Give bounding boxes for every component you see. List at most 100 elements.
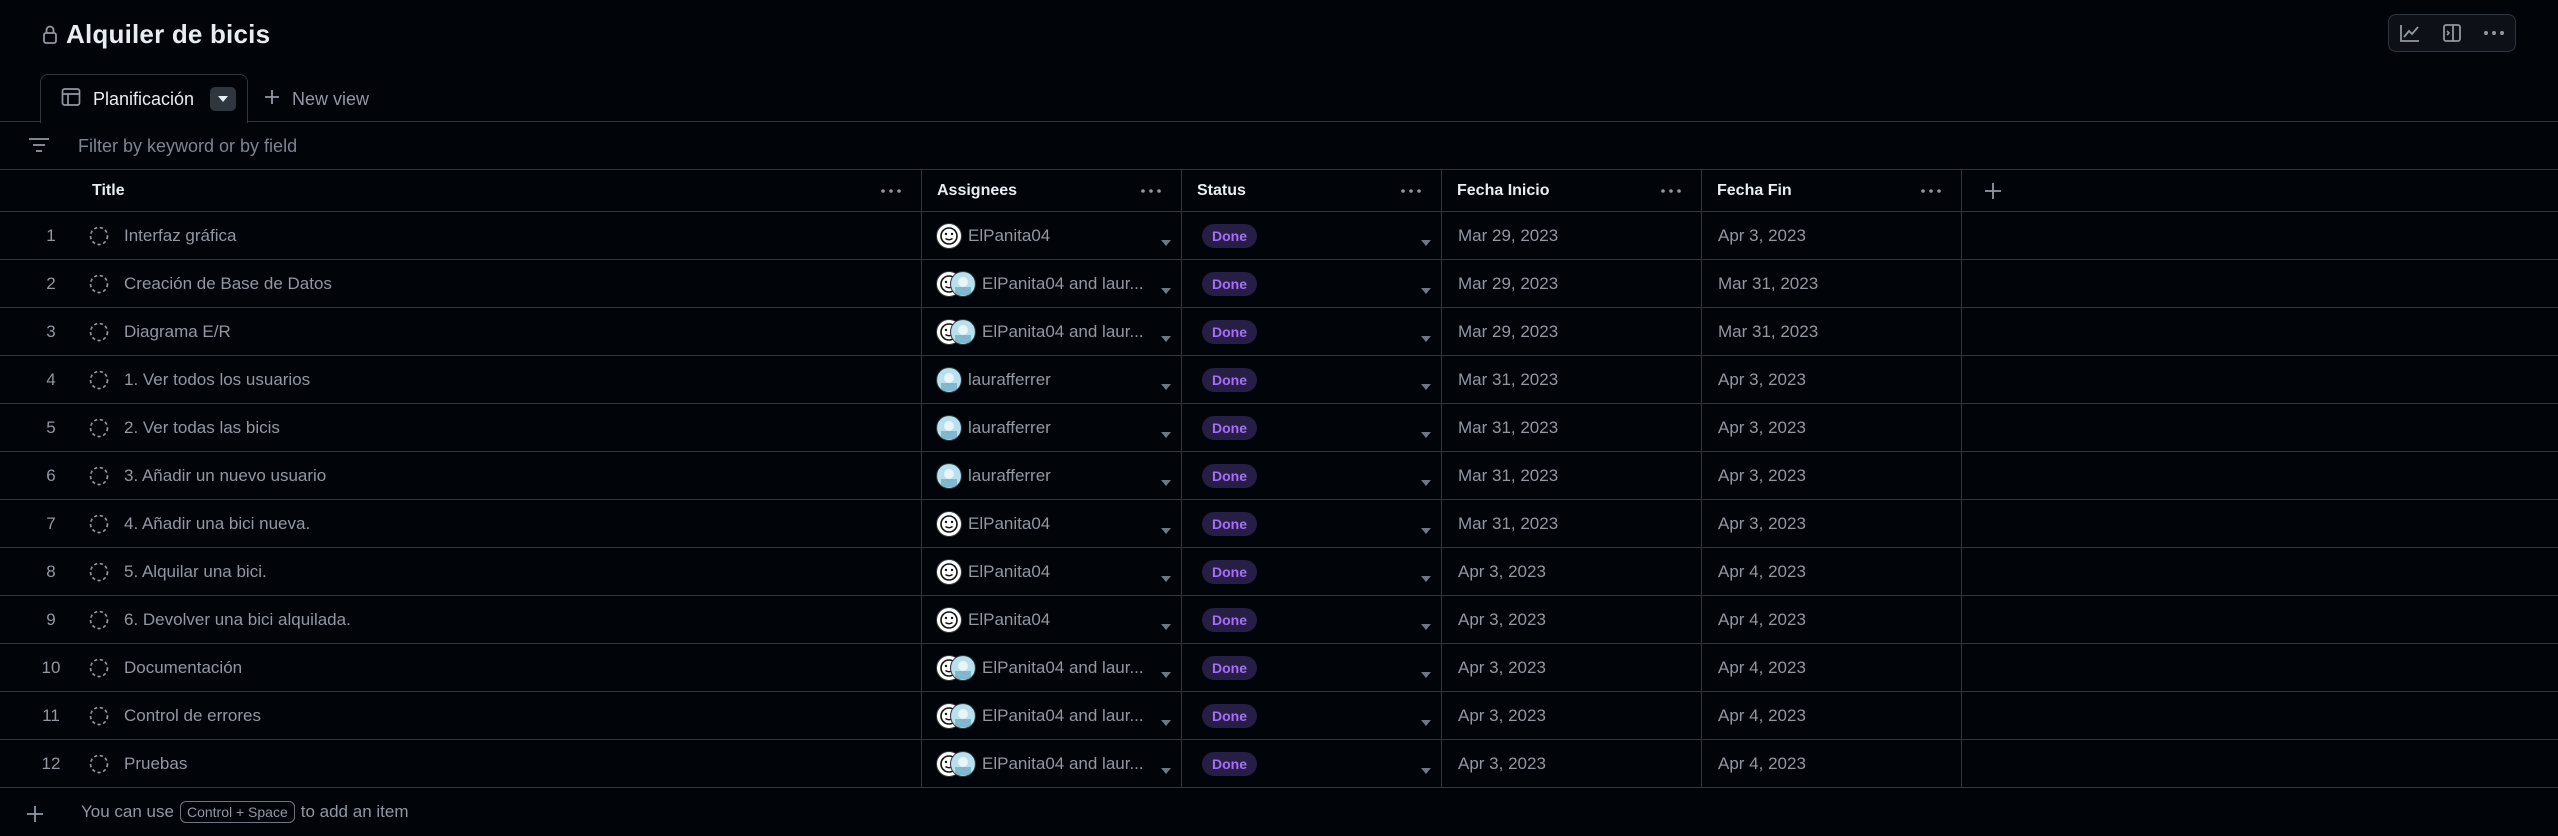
end-date-cell[interactable]: Apr 4, 2023 [1702,596,1962,643]
item-title[interactable]: 1. Ver todos los usuarios [124,370,310,390]
side-panel-icon[interactable] [2431,15,2473,51]
title-cell[interactable]: Diagrama E/R [72,308,922,355]
item-title[interactable]: 3. Añadir un nuevo usuario [124,466,326,486]
chevron-down-icon[interactable] [1161,519,1171,534]
end-date-cell[interactable]: Apr 4, 2023 [1702,740,1962,787]
end-date-cell[interactable]: Apr 3, 2023 [1702,356,1962,403]
chevron-down-icon[interactable] [1161,759,1171,774]
table-row[interactable]: 3 Diagrama E/R ElPanita04 and laur... Do… [0,308,2558,356]
filter-input[interactable] [78,131,878,161]
table-row[interactable]: 10 Documentación ElPanita04 and laur... … [0,644,2558,692]
end-date-cell[interactable]: Apr 3, 2023 [1702,452,1962,499]
chevron-down-icon[interactable] [1421,279,1431,294]
table-row[interactable]: 5 2. Ver todas las bicis laurafferrer Do… [0,404,2558,452]
chevron-down-icon[interactable] [1161,471,1171,486]
assignees-cell[interactable]: ElPanita04 and laur... [922,644,1182,691]
more-icon[interactable] [2473,15,2515,51]
chevron-down-icon[interactable] [1161,663,1171,678]
status-cell[interactable]: Done [1182,740,1442,787]
table-row[interactable]: 11 Control de errores ElPanita04 and lau… [0,692,2558,740]
table-row[interactable]: 2 Creación de Base de Datos ElPanita04 a… [0,260,2558,308]
chevron-down-icon[interactable] [1161,231,1171,246]
item-title[interactable]: Interfaz gráfica [124,226,236,246]
status-cell[interactable]: Done [1182,212,1442,259]
page-title[interactable]: Alquiler de bicis [66,19,270,50]
column-menu-icon[interactable] [1397,178,1425,204]
end-date-cell[interactable]: Apr 4, 2023 [1702,548,1962,595]
chevron-down-icon[interactable] [1421,567,1431,582]
status-cell[interactable]: Done [1182,308,1442,355]
start-date-cell[interactable]: Mar 29, 2023 [1442,308,1702,355]
status-cell[interactable]: Done [1182,356,1442,403]
title-cell[interactable]: Creación de Base de Datos [72,260,922,307]
end-date-cell[interactable]: Mar 31, 2023 [1702,260,1962,307]
end-date-cell[interactable]: Apr 3, 2023 [1702,404,1962,451]
column-header-fecha-inicio[interactable]: Fecha Inicio [1442,170,1702,212]
chevron-down-icon[interactable] [1161,615,1171,630]
column-header-fecha-fin[interactable]: Fecha Fin [1702,170,1962,212]
title-cell[interactable]: Pruebas [72,740,922,787]
item-title[interactable]: 5. Alquilar una bici. [124,562,267,582]
chevron-down-icon[interactable] [1161,279,1171,294]
assignees-cell[interactable]: ElPanita04 and laur... [922,308,1182,355]
start-date-cell[interactable]: Apr 3, 2023 [1442,692,1702,739]
table-row[interactable]: 4 1. Ver todos los usuarios laurafferrer… [0,356,2558,404]
add-column-plus-icon[interactable] [1978,178,2008,204]
column-menu-icon[interactable] [877,178,905,204]
start-date-cell[interactable]: Apr 3, 2023 [1442,740,1702,787]
chevron-down-icon[interactable] [1421,471,1431,486]
end-date-cell[interactable]: Apr 3, 2023 [1702,212,1962,259]
title-cell[interactable]: Control de errores [72,692,922,739]
item-title[interactable]: 4. Añadir una bici nueva. [124,514,310,534]
column-header-title[interactable]: Title [72,170,922,212]
filter-icon[interactable] [28,136,50,156]
item-title[interactable]: Documentación [124,658,242,678]
chevron-down-icon[interactable] [1161,423,1171,438]
column-menu-icon[interactable] [1657,178,1685,204]
item-title[interactable]: Creación de Base de Datos [124,274,332,294]
status-cell[interactable]: Done [1182,692,1442,739]
table-row[interactable]: 1 Interfaz gráfica ElPanita04 Done Mar 2… [0,212,2558,260]
assignees-cell[interactable]: laurafferrer [922,356,1182,403]
title-cell[interactable]: 2. Ver todas las bicis [72,404,922,451]
item-title[interactable]: Pruebas [124,754,187,774]
chevron-down-icon[interactable] [210,87,237,111]
chevron-down-icon[interactable] [1421,231,1431,246]
title-cell[interactable]: 3. Añadir un nuevo usuario [72,452,922,499]
add-item-plus-icon[interactable] [24,803,46,825]
table-row[interactable]: 9 6. Devolver una bici alquilada. ElPani… [0,596,2558,644]
title-cell[interactable]: 4. Añadir una bici nueva. [72,500,922,547]
table-row[interactable]: 8 5. Alquilar una bici. ElPanita04 Done … [0,548,2558,596]
assignees-cell[interactable]: laurafferrer [922,404,1182,451]
start-date-cell[interactable]: Mar 31, 2023 [1442,404,1702,451]
status-cell[interactable]: Done [1182,596,1442,643]
start-date-cell[interactable]: Apr 3, 2023 [1442,644,1702,691]
status-cell[interactable]: Done [1182,452,1442,499]
status-cell[interactable]: Done [1182,548,1442,595]
title-cell[interactable]: Interfaz gráfica [72,212,922,259]
title-cell[interactable]: 1. Ver todos los usuarios [72,356,922,403]
assignees-cell[interactable]: ElPanita04 [922,548,1182,595]
status-cell[interactable]: Done [1182,644,1442,691]
chevron-down-icon[interactable] [1421,327,1431,342]
start-date-cell[interactable]: Apr 3, 2023 [1442,596,1702,643]
assignees-cell[interactable]: ElPanita04 [922,500,1182,547]
item-title[interactable]: Control de errores [124,706,261,726]
start-date-cell[interactable]: Apr 3, 2023 [1442,548,1702,595]
assignees-cell[interactable]: ElPanita04 and laur... [922,260,1182,307]
chevron-down-icon[interactable] [1161,327,1171,342]
assignees-cell[interactable]: laurafferrer [922,452,1182,499]
title-cell[interactable]: 5. Alquilar una bici. [72,548,922,595]
status-cell[interactable]: Done [1182,404,1442,451]
item-title[interactable]: Diagrama E/R [124,322,231,342]
column-menu-icon[interactable] [1137,178,1165,204]
assignees-cell[interactable]: ElPanita04 [922,596,1182,643]
assignees-cell[interactable]: ElPanita04 and laur... [922,740,1182,787]
start-date-cell[interactable]: Mar 31, 2023 [1442,356,1702,403]
column-header-assignees[interactable]: Assignees [922,170,1182,212]
table-row[interactable]: 6 3. Añadir un nuevo usuario laurafferre… [0,452,2558,500]
new-view-button[interactable]: New view [264,84,369,114]
column-menu-icon[interactable] [1917,178,1945,204]
assignees-cell[interactable]: ElPanita04 [922,212,1182,259]
start-date-cell[interactable]: Mar 31, 2023 [1442,452,1702,499]
